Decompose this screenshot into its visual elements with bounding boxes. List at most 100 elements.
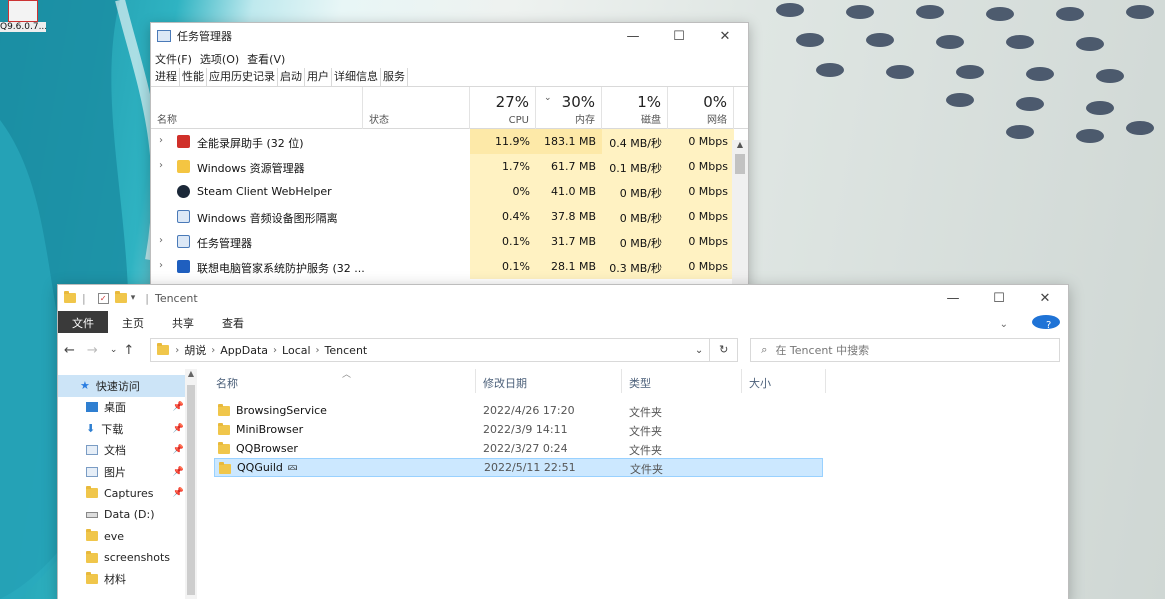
- file-row[interactable]: QQBrowser 2022/3/27 0:24 文件夹: [210, 439, 1068, 458]
- expand-chevron-icon[interactable]: ›: [159, 135, 163, 146]
- breadcrumb-segment[interactable]: Local: [282, 344, 311, 357]
- expand-ribbon-chevron-icon[interactable]: ⌄: [986, 315, 1022, 330]
- column-memory-header[interactable]: ⌄ 30% 内存: [536, 87, 602, 129]
- pin-icon: 📌: [172, 466, 184, 477]
- tab-services[interactable]: 服务: [381, 68, 408, 86]
- process-row[interactable]: › Windows 资源管理器 1.7% 61.7 MB 0.1 MB/秒 0 …: [151, 154, 748, 179]
- up-arrow-icon[interactable]: ↑: [123, 343, 134, 358]
- menu-options[interactable]: 选项(O): [200, 51, 239, 67]
- column-network-header[interactable]: 0% 网络: [668, 87, 734, 129]
- process-row[interactable]: › 任务管理器 0.1% 31.7 MB 0 MB/秒 0 Mbps: [151, 229, 748, 254]
- column-cpu-header[interactable]: 27% CPU: [470, 87, 536, 129]
- tab-view[interactable]: 查看: [208, 311, 258, 333]
- sort-chevron-icon: ⌄: [544, 93, 552, 103]
- tab-home[interactable]: 主页: [108, 311, 158, 333]
- menu-view[interactable]: 查看(V): [247, 51, 285, 67]
- address-dropdown-chevron-icon[interactable]: ⌄: [695, 345, 703, 356]
- column-type-header[interactable]: 类型: [629, 375, 651, 391]
- task-manager-icon: [157, 30, 171, 42]
- breadcrumb-segment[interactable]: 胡说: [184, 342, 206, 358]
- scroll-up-arrow-icon[interactable]: ▲: [732, 140, 748, 149]
- nav-item-pictures[interactable]: 图片 📌: [58, 461, 188, 483]
- nav-item-desktop[interactable]: 桌面 📌: [58, 397, 188, 419]
- quick-access-dropdown-icon[interactable]: ▾: [131, 293, 136, 303]
- pin-icon: 📌: [172, 423, 184, 434]
- search-box[interactable]: ⌕ 在 Tencent 中搜索: [750, 338, 1061, 362]
- nav-item-captures[interactable]: Captures 📌: [58, 483, 188, 505]
- address-bar[interactable]: › 胡说 › AppData › Local › Tencent ⌄: [150, 338, 711, 362]
- title-bar[interactable]: 任务管理器 — ☐ ✕: [151, 23, 748, 49]
- file-row-selected[interactable]: QQGuild 2022/5/11 22:51 文件夹: [214, 458, 823, 477]
- column-disk-header[interactable]: 1% 磁盘: [602, 87, 668, 129]
- nav-item-materials[interactable]: 材料: [58, 569, 188, 591]
- download-arrow-icon: ⬇: [86, 422, 96, 436]
- process-row[interactable]: Steam Client WebHelper 0% 41.0 MB 0 MB/秒…: [151, 179, 748, 204]
- minimize-button[interactable]: —: [930, 291, 976, 306]
- tab-users[interactable]: 用户: [305, 68, 332, 86]
- tab-share[interactable]: 共享: [158, 311, 208, 333]
- breadcrumb-segment[interactable]: AppData: [220, 344, 268, 357]
- new-folder-icon[interactable]: [114, 291, 127, 303]
- tab-file[interactable]: 文件: [58, 311, 108, 333]
- nav-item-downloads[interactable]: ⬇ 下载 📌: [58, 418, 188, 440]
- process-list-scrollbar[interactable]: ▲: [732, 140, 748, 289]
- help-icon[interactable]: ?: [1032, 315, 1060, 331]
- expand-chevron-icon[interactable]: ›: [159, 160, 163, 171]
- nav-item-documents[interactable]: 文档 📌: [58, 440, 188, 462]
- file-row[interactable]: BrowsingService 2022/4/26 17:20 文件夹: [210, 401, 1068, 420]
- pin-icon: 📌: [172, 445, 184, 456]
- scrollbar-thumb[interactable]: [735, 154, 745, 174]
- recent-locations-chevron-icon[interactable]: ⌄: [110, 345, 118, 355]
- refresh-icon[interactable]: ↻: [710, 338, 739, 362]
- folder-icon: [218, 404, 230, 416]
- breadcrumb-segment[interactable]: Tencent: [325, 344, 368, 357]
- forward-arrow-icon[interactable]: →: [87, 343, 98, 358]
- nav-item-eve[interactable]: eve: [58, 526, 188, 548]
- nav-item-screenshots[interactable]: screenshots: [58, 547, 188, 569]
- folder-icon: [86, 486, 98, 499]
- nav-item-data-drive[interactable]: Data (D:): [58, 504, 188, 526]
- tab-app-history[interactable]: 应用历史记录: [207, 68, 278, 86]
- sort-caret-icon: ︿: [342, 370, 352, 380]
- desktop-shortcut-icon[interactable]: Q9.6.0.7...: [0, 0, 46, 40]
- maximize-button[interactable]: ☐: [976, 291, 1022, 306]
- mouse-cursor-icon: ⮹: [287, 461, 299, 477]
- scrollbar-thumb[interactable]: [187, 385, 195, 595]
- process-table-header: 名称 状态 27% CPU ⌄ 30% 内存 1% 磁盘 0% 网络: [151, 87, 748, 129]
- tab-startup[interactable]: 启动: [278, 68, 305, 86]
- navigation-pane-scrollbar[interactable]: ▲: [185, 369, 197, 599]
- properties-checkbox-icon[interactable]: ✓: [97, 292, 109, 304]
- column-status-header[interactable]: 状态: [363, 87, 470, 129]
- process-row[interactable]: › 全能录屏助手 (32 位) 11.9% 183.1 MB 0.4 MB/秒 …: [151, 129, 748, 154]
- column-size-header[interactable]: 大小: [749, 375, 771, 391]
- tab-details[interactable]: 详细信息: [332, 68, 381, 86]
- column-name-header[interactable]: 名称: [216, 375, 238, 391]
- nav-item-quick-access[interactable]: ★ 快速访问: [58, 375, 188, 397]
- explorer-icon: [177, 160, 190, 173]
- close-button[interactable]: ✕: [1022, 291, 1068, 306]
- process-row[interactable]: Windows 音频设备图形隔离 0.4% 37.8 MB 0 MB/秒 0 M…: [151, 204, 748, 229]
- pin-icon: 📌: [172, 488, 184, 499]
- menu-file[interactable]: 文件(F): [155, 51, 192, 67]
- document-icon: [86, 445, 98, 456]
- search-icon: ⌕: [761, 343, 768, 356]
- close-button[interactable]: ✕: [702, 29, 748, 44]
- expand-chevron-icon[interactable]: ›: [159, 235, 163, 246]
- navigation-pane: ★ 快速访问 桌面 📌 ⬇ 下载 📌 文档 📌 图片 📌 Captures 📌 …: [58, 369, 188, 599]
- file-row[interactable]: MiniBrowser 2022/3/9 14:11 文件夹: [210, 420, 1068, 439]
- process-row[interactable]: › 联想电脑管家系统防护服务 (32 ... 0.1% 28.1 MB 0.3 …: [151, 254, 748, 279]
- folder-icon: [86, 572, 98, 585]
- folder-icon: [218, 442, 230, 454]
- picture-icon: [86, 466, 98, 477]
- column-date-header[interactable]: 修改日期: [483, 375, 527, 391]
- maximize-button[interactable]: ☐: [656, 29, 702, 44]
- column-name-header[interactable]: 名称: [151, 87, 363, 129]
- title-bar[interactable]: | ✓ ▾ | Tencent — ☐ ✕: [58, 285, 1068, 311]
- minimize-button[interactable]: —: [610, 29, 656, 44]
- lenovo-shield-icon: [177, 260, 190, 273]
- tab-processes[interactable]: 进程: [153, 68, 180, 86]
- tab-performance[interactable]: 性能: [180, 68, 207, 86]
- expand-chevron-icon[interactable]: ›: [159, 260, 163, 271]
- back-arrow-icon[interactable]: ←: [64, 343, 75, 358]
- scroll-up-arrow-icon[interactable]: ▲: [185, 369, 197, 378]
